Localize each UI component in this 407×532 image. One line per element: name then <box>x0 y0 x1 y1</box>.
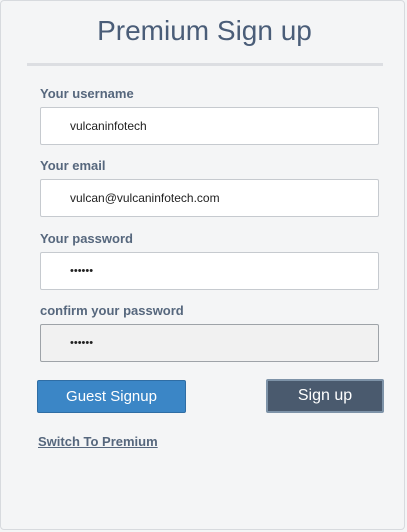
password-label: Your password <box>40 231 133 246</box>
username-input[interactable]: vulcaninfotech <box>40 107 379 145</box>
signup-panel: Premium Sign up Your username vulcaninfo… <box>0 0 405 530</box>
confirm-password-input[interactable]: •••••• <box>40 324 379 362</box>
email-input[interactable]: vulcan@vulcaninfotech.com <box>40 179 379 217</box>
guest-signup-button[interactable]: Guest Signup <box>37 380 186 413</box>
password-input[interactable]: •••••• <box>40 252 379 290</box>
email-label: Your email <box>40 158 106 173</box>
username-label: Your username <box>40 86 134 101</box>
switch-to-premium-link[interactable]: Switch To Premium <box>38 434 158 450</box>
page-title: Premium Sign up <box>97 15 312 46</box>
signup-button[interactable]: Sign up <box>266 379 384 413</box>
confirm-password-label: confirm your password <box>40 303 184 318</box>
title-divider <box>27 63 383 66</box>
